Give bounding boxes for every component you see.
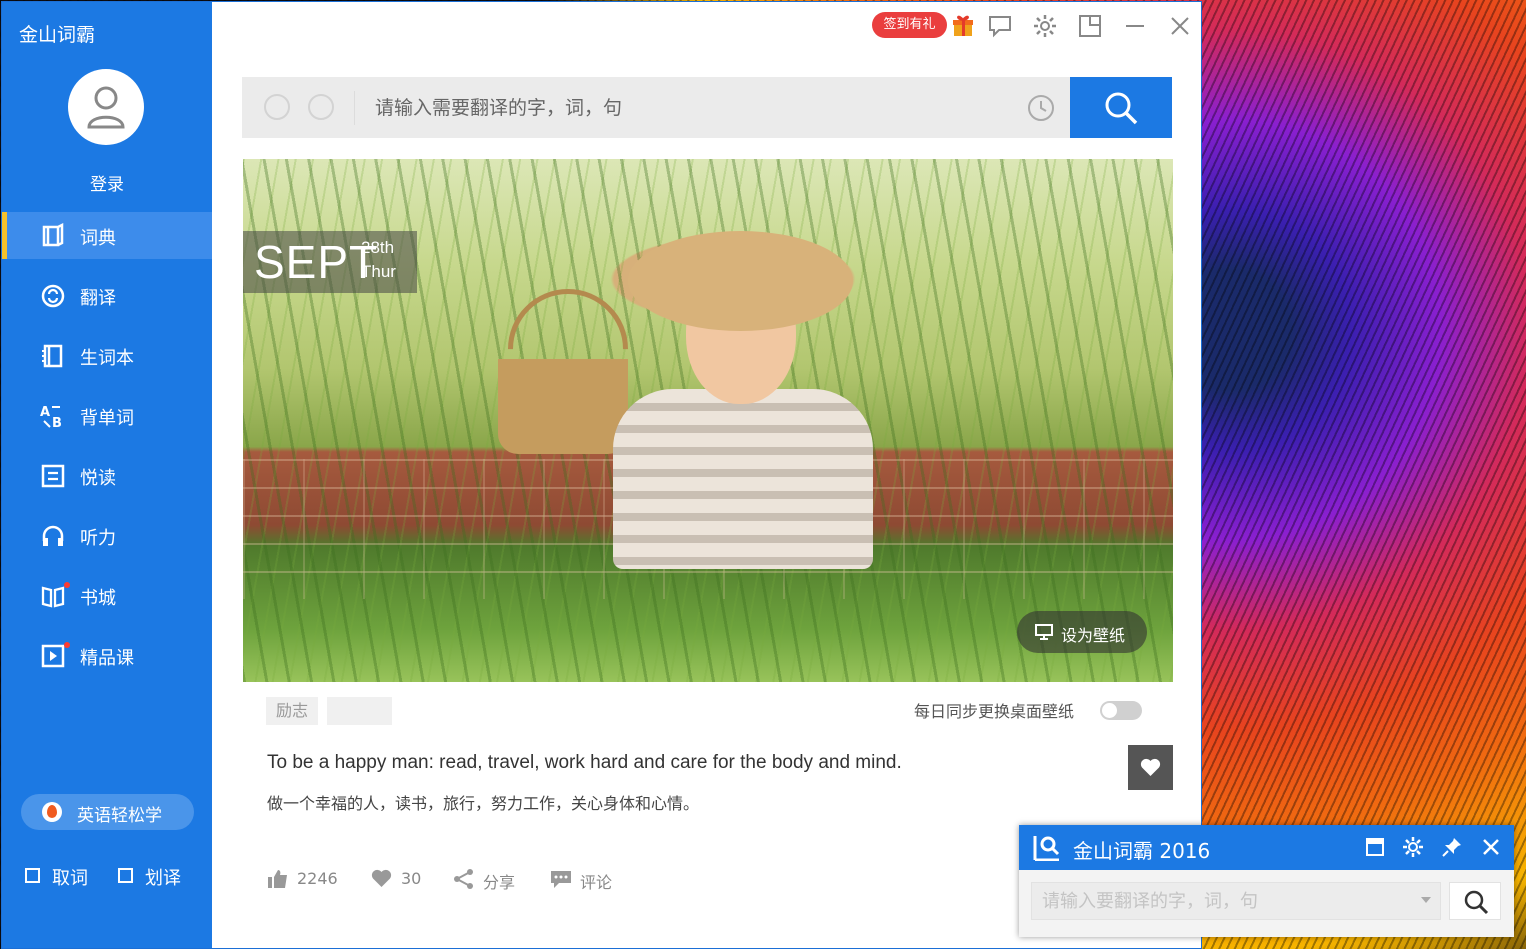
comment-label: 评论 <box>580 873 613 892</box>
forward-arrow-icon[interactable] <box>308 94 334 120</box>
notification-dot <box>64 582 70 588</box>
svg-text:B: B <box>52 416 62 429</box>
history-clock-icon[interactable] <box>1026 93 1056 123</box>
set-wallpaper-label: 设为壁纸 <box>1061 626 1126 645</box>
sidebar-item-label: 词典 <box>80 228 116 249</box>
vegetable-basket <box>498 359 628 454</box>
checkbox-box <box>118 868 133 883</box>
mini-translate-window: 金山词霸 2016 <box>1019 825 1514 937</box>
comment-icon <box>551 871 571 888</box>
wordbook-icon <box>42 344 63 368</box>
sidebar-item-label: 背单词 <box>80 408 134 429</box>
mini-window-body <box>1019 870 1514 937</box>
sidebar-item-wordbook[interactable]: 生词本 <box>2 332 212 379</box>
checkbox-box <box>25 868 40 883</box>
user-icon <box>87 86 125 129</box>
sidebar-item-course[interactable]: 精品课 <box>2 632 212 679</box>
monitor-icon <box>1035 624 1053 640</box>
notification-dot <box>64 642 70 648</box>
feedback-icon[interactable] <box>987 13 1013 39</box>
sidebar-item-label: 书城 <box>80 588 116 609</box>
app-title: 金山词霸 <box>19 24 96 46</box>
mini-close-icon[interactable] <box>1480 836 1502 858</box>
headphones-icon <box>42 525 64 546</box>
sidebar-item-translate[interactable]: 翻译 <box>2 272 212 319</box>
svg-text:A: A <box>40 405 50 420</box>
sidebar-item-label: 翻译 <box>80 288 116 309</box>
minimize-icon[interactable] <box>1122 13 1148 39</box>
mini-search-input[interactable] <box>1031 882 1441 920</box>
mini-restore-icon[interactable] <box>1364 836 1386 858</box>
search-button[interactable] <box>1070 77 1172 138</box>
sidebar-item-label: 精品课 <box>80 648 134 669</box>
sidebar: 金山词霸 登录 词典 翻译 生词本 A B 背单词 悦读 听力 书城 精品课 英… <box>2 2 212 948</box>
checkbox-label: 取词 <box>52 868 88 889</box>
quote-english: To be a happy man: read, travel, work ha… <box>267 752 902 773</box>
mini-settings-gear-icon[interactable] <box>1402 836 1424 858</box>
sidebar-item-dictionary[interactable]: 词典 <box>2 212 212 259</box>
flame-icon <box>42 802 62 822</box>
tag[interactable] <box>327 697 392 725</box>
checkin-reward-button[interactable]: 签到有礼 <box>872 12 947 38</box>
sidebar-item-label: 生词本 <box>80 348 134 369</box>
search-bar <box>242 77 1172 138</box>
date-weekday: Thur <box>361 262 396 281</box>
main-window: 金山词霸 登录 词典 翻译 生词本 A B 背单词 悦读 听力 书城 精品课 英… <box>2 2 1201 948</box>
sidebar-item-label: 悦读 <box>80 468 116 489</box>
date-month: SEPT <box>254 236 379 288</box>
set-wallpaper-button[interactable]: 设为壁纸 <box>1017 611 1147 653</box>
date-badge: SEPT 28th Thur <box>243 231 417 293</box>
sidebar-item-listening[interactable]: 听力 <box>2 512 212 559</box>
promo-button[interactable]: 英语轻松学 <box>21 794 194 830</box>
share-icon <box>454 869 473 889</box>
back-arrow-icon[interactable] <box>264 94 290 120</box>
heart-icon <box>1140 758 1161 776</box>
course-icon <box>41 644 65 668</box>
sidebar-item-memorize[interactable]: A B 背单词 <box>2 392 212 439</box>
mini-window-title: 金山词霸 2016 <box>1073 839 1211 863</box>
search-icon <box>1464 890 1489 915</box>
memorize-icon: A B <box>40 405 62 429</box>
woman-figure <box>613 389 873 569</box>
translate-icon <box>41 284 65 308</box>
mini-mode-icon[interactable] <box>1077 13 1103 39</box>
tag[interactable]: 励志 <box>266 697 319 725</box>
bookstore-icon <box>41 586 65 608</box>
avatar[interactable] <box>68 69 144 145</box>
pin-icon[interactable] <box>1441 836 1463 858</box>
search-icon <box>1105 92 1138 125</box>
quote-chinese: 做一个幸福的人，读书，旅行，努力工作，关心身体和心情。 <box>267 794 700 813</box>
sidebar-item-bookstore[interactable]: 书城 <box>2 572 212 619</box>
gift-icon[interactable] <box>950 13 976 39</box>
mini-window-header[interactable]: 金山词霸 2016 <box>1019 825 1514 870</box>
close-icon[interactable] <box>1167 13 1193 39</box>
sync-wallpaper-toggle[interactable] <box>1100 701 1142 720</box>
favorite-count: 30 <box>401 869 422 888</box>
favorite-button[interactable] <box>1128 745 1173 790</box>
sidebar-item-reading[interactable]: 悦读 <box>2 452 212 499</box>
promo-label: 英语轻松学 <box>77 806 162 826</box>
sidebar-item-label: 听力 <box>80 528 116 549</box>
login-link[interactable]: 登录 <box>2 170 212 195</box>
mini-logo-icon <box>1033 836 1060 861</box>
date-day: 28th <box>361 238 395 257</box>
chevron-down-icon[interactable] <box>1421 897 1431 903</box>
heart-icon <box>371 869 392 887</box>
sync-wallpaper-label: 每日同步更换桌面壁纸 <box>914 702 1075 721</box>
mini-search-button[interactable] <box>1449 882 1501 920</box>
like-count: 2246 <box>297 869 338 888</box>
reading-icon <box>41 464 65 488</box>
checkbox-label: 划译 <box>145 868 181 889</box>
settings-gear-icon[interactable] <box>1032 13 1058 39</box>
share-label: 分享 <box>483 873 516 892</box>
search-input[interactable] <box>354 91 1055 125</box>
straw-hat <box>628 231 853 331</box>
thumbs-up-icon <box>268 870 287 888</box>
daily-image: SEPT 28th Thur 设为壁纸 <box>243 159 1173 682</box>
sidebar-nav: 词典 翻译 生词本 A B 背单词 悦读 听力 书城 精品课 <box>2 212 212 692</box>
dictionary-icon <box>42 223 64 247</box>
